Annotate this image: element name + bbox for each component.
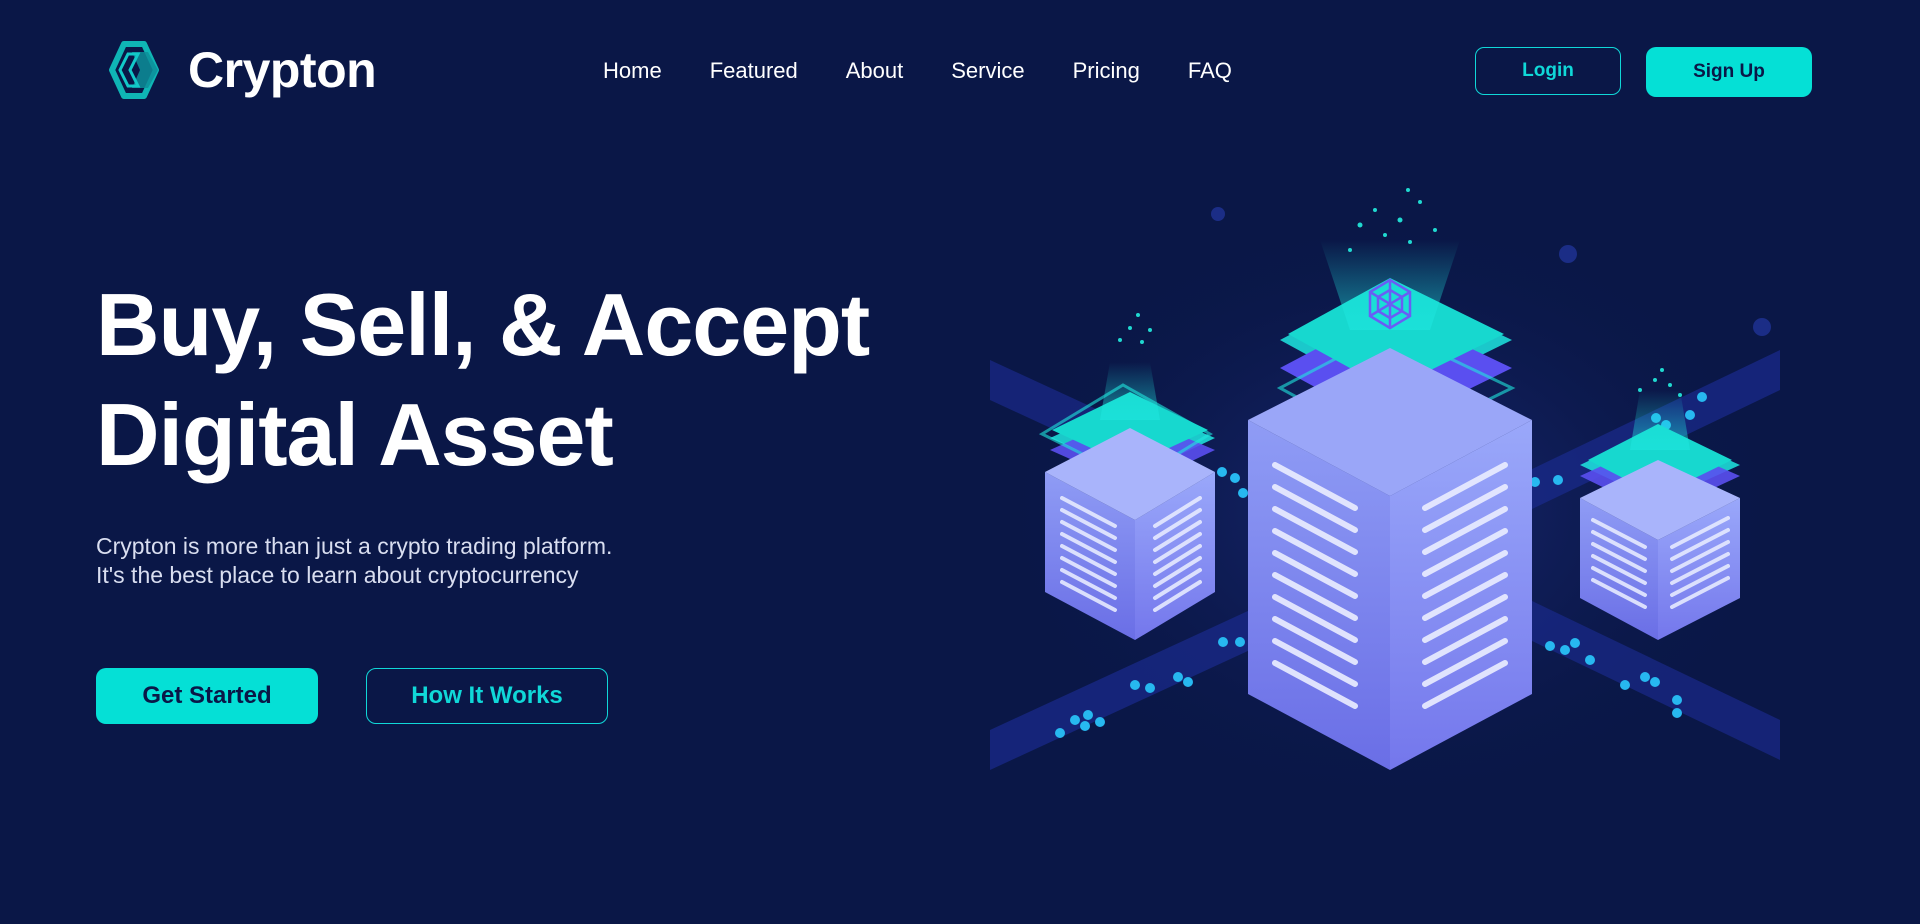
brand-logo[interactable]: Crypton bbox=[104, 38, 377, 102]
nav-featured[interactable]: Featured bbox=[710, 56, 798, 86]
brand-name: Crypton bbox=[188, 42, 377, 98]
site-header: Crypton Home Featured About Service Pric… bbox=[0, 0, 1920, 146]
hero-title: Buy, Sell, & Accept Digital Asset bbox=[96, 270, 870, 490]
nav-about[interactable]: About bbox=[846, 56, 904, 86]
nav-pricing[interactable]: Pricing bbox=[1073, 56, 1140, 86]
hero-description-line-1: Crypton is more than just a crypto tradi… bbox=[96, 533, 613, 559]
hexagon-logo-icon bbox=[109, 41, 159, 99]
nav-service[interactable]: Service bbox=[951, 56, 1024, 86]
hero-title-line-1: Buy, Sell, & Accept bbox=[96, 275, 870, 374]
login-button[interactable]: Login bbox=[1475, 47, 1621, 95]
signup-button[interactable]: Sign Up bbox=[1646, 47, 1812, 97]
get-started-button[interactable]: Get Started bbox=[96, 668, 318, 724]
hero-description-line-2: It's the best place to learn about crypt… bbox=[96, 562, 579, 588]
server-towers-illustration bbox=[990, 188, 1790, 800]
hero-title-line-2: Digital Asset bbox=[96, 385, 614, 484]
nav-faq[interactable]: FAQ bbox=[1188, 56, 1232, 86]
hero-description: Crypton is more than just a crypto tradi… bbox=[96, 532, 612, 590]
nav-home[interactable]: Home bbox=[603, 56, 662, 86]
main-nav: Home Featured About Service Pricing FAQ bbox=[603, 56, 1232, 86]
landing-page: Crypton Home Featured About Service Pric… bbox=[0, 0, 1920, 924]
how-it-works-button[interactable]: How It Works bbox=[366, 668, 608, 724]
